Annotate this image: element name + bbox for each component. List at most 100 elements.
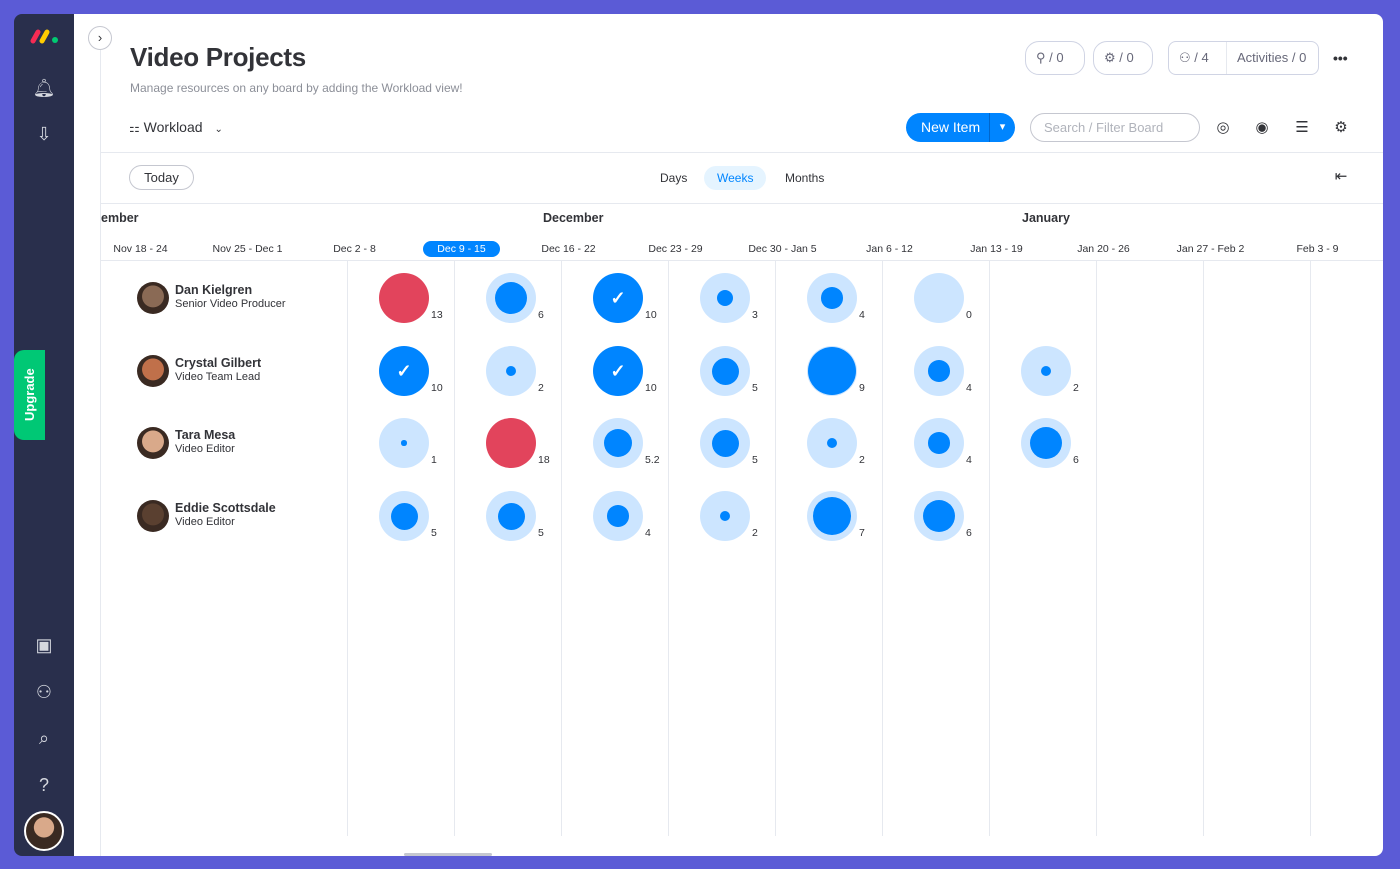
view-label: Workload (143, 119, 203, 135)
column-divider (668, 261, 669, 836)
new-item-label: New Item (921, 119, 981, 135)
workload-bubble[interactable]: 4 (914, 346, 972, 396)
workload-bubble[interactable]: 5 (379, 491, 437, 541)
workload-dot (821, 287, 843, 309)
workload-bubble[interactable]: 6 (486, 273, 544, 323)
workload-bubble[interactable]: 13 (379, 273, 443, 323)
person-role: Video Editor (175, 516, 235, 528)
workload-bubble[interactable]: 4 (914, 418, 972, 468)
filter-icon[interactable]: ☰ (1292, 118, 1312, 138)
workload-dot (808, 347, 856, 395)
workload-value: 7 (859, 527, 865, 539)
workload-bubble[interactable]: 3 (700, 273, 758, 323)
integrations-button[interactable]: ⚲ / 0 (1025, 41, 1085, 75)
divider (1226, 42, 1227, 74)
month-label: ember (101, 211, 139, 225)
week-text: Dec 16 - 22 (541, 243, 596, 255)
workload-bubble[interactable]: 5.2 (593, 418, 660, 468)
check-icon: ✓ (610, 361, 626, 381)
workload-value: 5 (431, 527, 437, 539)
workload-dot (928, 360, 950, 382)
workload-bubble[interactable]: 2 (486, 346, 544, 396)
workload-bubble[interactable]: 0 (914, 273, 972, 323)
workload-value: 6 (1073, 454, 1079, 466)
chevron-down-icon[interactable]: ▾ (989, 113, 1015, 142)
settings-icon[interactable]: ⚙ (1331, 118, 1351, 138)
workload-bubble[interactable]: 5 (486, 491, 544, 541)
divider (101, 203, 1383, 204)
workload-bubble[interactable]: 5 (700, 418, 758, 468)
workload-value: 4 (966, 454, 972, 466)
workload-bubble[interactable]: 9 (807, 346, 865, 396)
workload-dot (390, 502, 418, 530)
workload-bubble[interactable]: 2 (700, 491, 758, 541)
check-icon: ✓ (396, 361, 412, 381)
workload-bubble[interactable]: 6 (1021, 418, 1079, 468)
workload-value: 4 (859, 309, 865, 321)
robot-icon: ⚙ (1104, 50, 1116, 65)
column-divider (775, 261, 776, 836)
sidebar: 🔔︎ ⇩ Upgrade ▣ ⚇ ⌕ ? (14, 14, 74, 856)
person-filter-icon[interactable]: ◎ (1213, 118, 1233, 138)
workload-bubble[interactable]: ✓ 10 (593, 273, 657, 323)
workload-bubble[interactable]: ✓ 10 (379, 346, 443, 396)
scale-weeks[interactable]: Weeks (704, 166, 767, 190)
avatar (137, 427, 169, 459)
inbox-icon[interactable]: ⇩ (32, 122, 56, 146)
add-user-icon[interactable]: ⚇ (32, 680, 56, 704)
workload-value: 4 (966, 382, 972, 394)
week-text: Dec 23 - 29 (648, 243, 703, 255)
workload-bubble[interactable]: 6 (914, 491, 972, 541)
workload-value: 4 (645, 527, 651, 539)
week-label: Jan 20 - 26 (1050, 240, 1157, 258)
workload-bubble[interactable]: 4 (807, 273, 865, 323)
week-text: Nov 25 - Dec 1 (212, 243, 283, 255)
workload-bubble[interactable]: 4 (593, 491, 651, 541)
week-label: Nov 18 - 24 (87, 240, 194, 258)
workload-value: 5 (538, 527, 544, 539)
divider (101, 260, 1383, 261)
hide-icon[interactable]: ◉ (1252, 118, 1272, 138)
help-icon[interactable]: ? (32, 773, 56, 797)
user-avatar[interactable] (24, 811, 64, 851)
collapse-panel-icon[interactable]: ⇤ (1331, 167, 1351, 187)
more-icon[interactable]: ••• (1333, 50, 1348, 66)
workload-value: 2 (859, 454, 865, 466)
horizontal-scrollbar[interactable] (404, 853, 492, 856)
workload-value: 6 (538, 309, 544, 321)
month-label: December (543, 211, 604, 225)
search-icon[interactable]: ⌕ (32, 726, 56, 750)
workload-value: 5 (752, 382, 758, 394)
calendar-check-icon[interactable]: ▣ (32, 633, 56, 657)
column-divider (561, 261, 562, 836)
workload-value: 10 (645, 382, 657, 394)
monday-logo[interactable] (30, 28, 60, 44)
scale-months[interactable]: Months (772, 166, 837, 190)
automations-button[interactable]: ⚙ / 0 (1093, 41, 1153, 75)
members-activities: ⚇ / 4 Activities / 0 (1168, 41, 1319, 75)
workload-bubble[interactable]: 18 (486, 418, 550, 468)
scale-days[interactable]: Days (647, 166, 700, 190)
divider (100, 50, 101, 856)
week-text: Dec 9 - 15 (423, 241, 500, 257)
workload-bubble[interactable]: 5 (700, 346, 758, 396)
bell-icon[interactable]: 🔔︎ (32, 76, 56, 100)
workload-bubble[interactable]: 2 (1021, 346, 1079, 396)
search-input[interactable]: Search / Filter Board (1030, 113, 1200, 142)
activities-button[interactable]: Activities / 0 (1237, 42, 1306, 74)
workload-bubble[interactable]: 1 (379, 418, 437, 468)
week-label: Dec 2 - 8 (301, 240, 408, 258)
workload-dot (603, 428, 633, 458)
column-divider (1203, 261, 1204, 836)
person-role: Senior Video Producer (175, 298, 286, 310)
expand-sidebar-button[interactable]: › (88, 26, 112, 50)
members-button[interactable]: ⚇ / 4 (1179, 42, 1209, 74)
new-item-button[interactable]: New Item ▾ (906, 113, 1015, 142)
workload-bubble[interactable]: ✓ 10 (593, 346, 657, 396)
today-button[interactable]: Today (129, 165, 194, 190)
view-selector[interactable]: ⚏ Workload ⌄ (129, 119, 223, 135)
workload-bubble[interactable]: 7 (807, 491, 865, 541)
upgrade-button[interactable]: Upgrade (14, 350, 45, 440)
workload-bubble[interactable]: 2 (807, 418, 865, 468)
avatar (137, 282, 169, 314)
